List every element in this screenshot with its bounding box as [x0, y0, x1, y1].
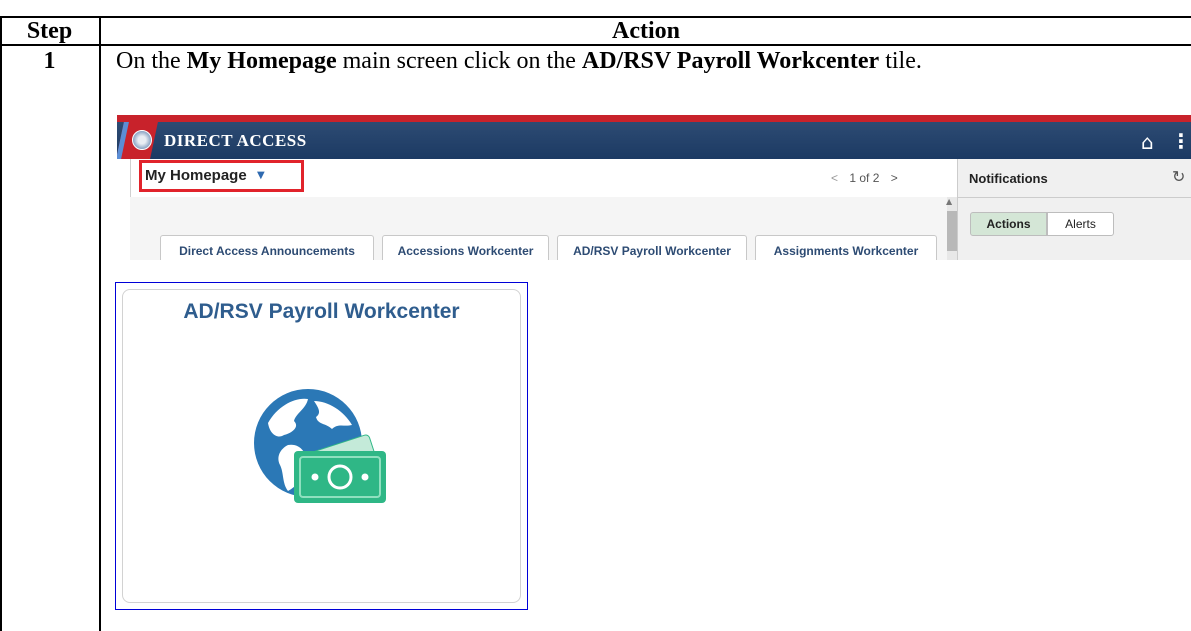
home-icon[interactable]: ⌂	[1141, 130, 1154, 154]
app-title: DIRECT ACCESS	[164, 131, 307, 150]
coast-guard-seal-icon	[132, 130, 152, 150]
instruction-bold-homepage: My Homepage	[186, 48, 337, 74]
tab-direct-access-announcements[interactable]: Direct Access Announcements	[160, 235, 374, 260]
notifications-actions-tab[interactable]: Actions	[970, 212, 1047, 236]
notifications-divider	[957, 197, 1191, 198]
header-step: Step	[26, 17, 73, 44]
instruction-middle: main screen click on the	[336, 48, 582, 74]
refresh-icon[interactable]: ↻	[1172, 167, 1185, 186]
more-vertical-icon[interactable]: ⋮	[1171, 129, 1191, 153]
homepage-pager: < 1 of 2 >	[827, 171, 902, 185]
instruction-suffix: tile.	[879, 48, 922, 74]
direct-access-screenshot: DIRECT ACCESS ⌂ ⋮ My Homepage ▼ < 1 of 2…	[117, 115, 1191, 260]
scroll-up-icon[interactable]: ▲	[946, 197, 952, 206]
instruction-bold-tile: AD/RSV Payroll Workcenter	[581, 48, 880, 74]
pager-text: 1 of 2	[849, 171, 880, 185]
notifications-title: Notifications	[969, 171, 1048, 186]
tab-assignments-workcenter[interactable]: Assignments Workcenter	[755, 235, 937, 260]
pager-next-icon[interactable]: >	[891, 171, 898, 185]
header-action: Action	[612, 17, 680, 44]
instruction-prefix: On the	[116, 48, 187, 74]
banner-accent	[117, 115, 1191, 122]
table-border-column-divider	[99, 16, 101, 631]
pager-prev-icon[interactable]: <	[831, 171, 838, 185]
globe-money-icon	[254, 389, 386, 503]
scrollbar-thumb[interactable]	[947, 211, 957, 251]
tile-title: AD/RSV Payroll Workcenter	[183, 300, 460, 323]
table-border-left	[0, 16, 2, 631]
tab-accessions-workcenter[interactable]: Accessions Workcenter	[382, 235, 549, 260]
notifications-alerts-tab[interactable]: Alerts	[1047, 212, 1114, 236]
step-number: 1	[43, 48, 56, 74]
highlight-box	[139, 160, 304, 192]
step-instruction: On the My Homepage main screen click on …	[116, 46, 1176, 77]
tab-ad-rsv-payroll-workcenter[interactable]: AD/RSV Payroll Workcenter	[557, 235, 747, 260]
